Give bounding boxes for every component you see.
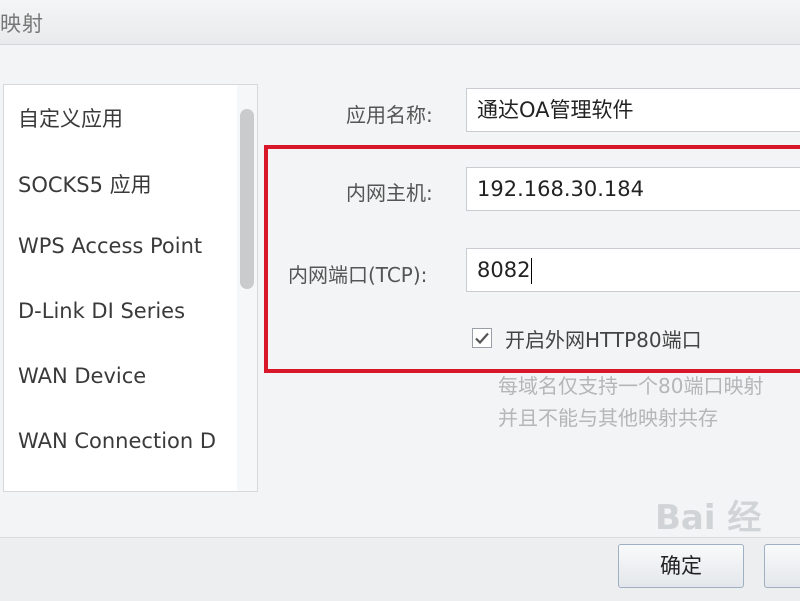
app-list-item[interactable]: WAN Device bbox=[18, 364, 146, 388]
cancel-button[interactable] bbox=[764, 544, 800, 588]
app-list-scrollbar[interactable] bbox=[237, 84, 258, 492]
app-list[interactable]: 自定义应用 SOCKS5 应用 WPS Access Point D-Link … bbox=[3, 84, 239, 492]
app-list-item[interactable]: WAN Connection D bbox=[18, 429, 216, 453]
title-bar: 映射 bbox=[0, 0, 800, 45]
app-list-item[interactable]: D-Link DI Series bbox=[18, 299, 185, 323]
hint-line-2: 并且不能与其他映射共存 bbox=[498, 406, 718, 430]
app-name-input[interactable]: 通达OA管理软件 bbox=[466, 88, 800, 132]
window-title: 映射 bbox=[0, 12, 44, 36]
app-list-item[interactable]: WPS Access Point bbox=[18, 234, 202, 258]
watermark-logo: Bai 经 bbox=[655, 498, 762, 538]
app-name-value: 通达OA管理软件 bbox=[477, 98, 634, 122]
hint-line-1: 每域名仅支持一个80端口映射 bbox=[498, 374, 764, 398]
highlight-annotation bbox=[264, 145, 800, 373]
app-list-item[interactable]: 自定义应用 bbox=[18, 103, 123, 133]
confirm-button[interactable]: 确定 bbox=[618, 544, 744, 588]
scrollbar-thumb[interactable] bbox=[240, 109, 254, 289]
app-list-item[interactable]: SOCKS5 应用 bbox=[18, 169, 152, 199]
app-name-label: 应用名称: bbox=[346, 103, 433, 127]
